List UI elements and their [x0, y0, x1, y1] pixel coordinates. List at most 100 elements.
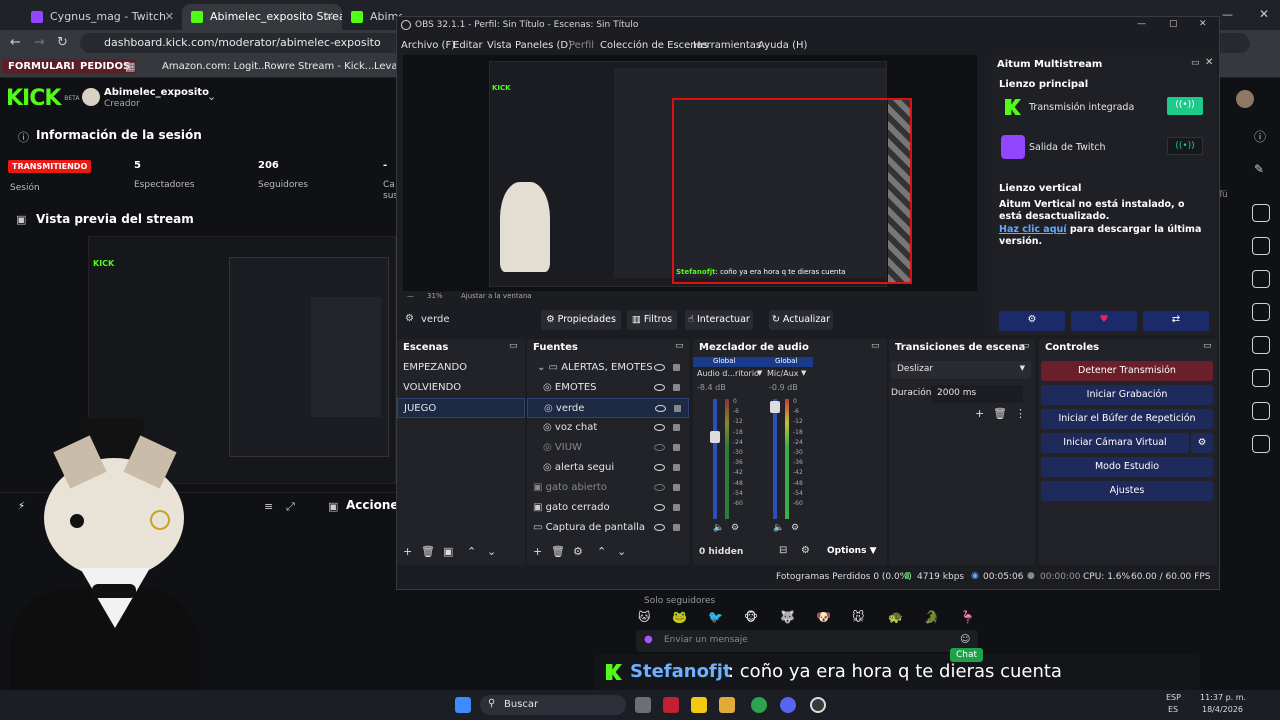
lock-icon[interactable]: [673, 424, 680, 431]
source-item[interactable]: ◎ EMOTES: [527, 378, 689, 398]
lang-code-1[interactable]: ESP: [1166, 693, 1181, 702]
menu-help[interactable]: Ayuda (H): [758, 40, 807, 51]
start-recording-button[interactable]: Iniciar Grabación: [1041, 385, 1213, 405]
lock-icon[interactable]: [673, 464, 680, 471]
aitum-heart-button[interactable]: ♥: [1071, 311, 1137, 331]
lock-icon[interactable]: [673, 364, 680, 371]
wrench-icon[interactable]: [1252, 402, 1270, 420]
tab-kick-stream-2[interactable]: Abimelec_exposito Stream - W: [342, 4, 402, 30]
source-item[interactable]: ▣ gato cerrado: [527, 498, 689, 518]
source-down-icon[interactable]: ⌄: [617, 545, 626, 558]
task-view-icon[interactable]: [635, 697, 651, 713]
channel-2-fader[interactable]: [773, 399, 777, 519]
eye-icon[interactable]: [654, 384, 665, 391]
replay-buffer-button[interactable]: Iniciar el Búfer de Repetición: [1041, 409, 1213, 429]
tab-close-icon[interactable]: ✕: [325, 10, 334, 23]
eye-icon[interactable]: [654, 524, 665, 531]
lock-icon[interactable]: [673, 484, 680, 491]
user-avatar[interactable]: [1236, 90, 1254, 108]
properties-button[interactable]: ⚙ Propiedades: [541, 310, 621, 330]
windows-start-icon[interactable]: [455, 697, 471, 713]
share-icon[interactable]: [1252, 435, 1270, 453]
reload-icon[interactable]: ↻: [57, 35, 68, 50]
stop-stream-button[interactable]: Detener Transmisión: [1041, 361, 1213, 381]
source-item[interactable]: ▭ Captura de pantalla: [527, 518, 689, 538]
menu-edit[interactable]: Editar: [453, 40, 483, 51]
remove-source-icon[interactable]: 🗑: [551, 545, 565, 558]
add-transition-icon[interactable]: +: [975, 407, 984, 420]
source-item[interactable]: ◎ VIUW: [527, 438, 689, 458]
add-scene-icon[interactable]: +: [403, 545, 412, 558]
virtual-camera-settings-icon[interactable]: ⚙: [1191, 433, 1213, 453]
tab-twitch[interactable]: Cygnus_mag - Twitch ✕: [22, 4, 182, 30]
app-icon-1[interactable]: [663, 697, 679, 713]
source-up-icon[interactable]: ⌃: [597, 545, 606, 558]
channel-1-fader[interactable]: [713, 399, 717, 519]
lock-icon[interactable]: [673, 384, 680, 391]
source-item[interactable]: ◎ alerta segui: [527, 458, 689, 478]
document-icon[interactable]: [1252, 270, 1270, 288]
sources-undock-icon[interactable]: ▭: [675, 341, 684, 351]
layout-icon[interactable]: [1252, 369, 1270, 387]
virtual-camera-button[interactable]: Iniciar Cámara Virtual: [1041, 433, 1189, 453]
clock-date[interactable]: 18/4/2026: [1202, 705, 1243, 714]
twitch-output-toggle[interactable]: ((•)): [1167, 137, 1203, 155]
file-explorer-icon[interactable]: [719, 697, 735, 713]
transition-more-icon[interactable]: ⋮: [1015, 407, 1026, 420]
pencil-icon[interactable]: ✎: [1254, 162, 1264, 176]
channel-1-mute-icon[interactable]: 🔈: [713, 523, 724, 533]
bookmark-amazon[interactable]: Amazon.com: Logit...: [156, 59, 274, 74]
scene-item[interactable]: VOLVIENDO: [397, 378, 525, 398]
channel-2-name[interactable]: Mic/Aux: [767, 369, 799, 378]
broadcast-icon[interactable]: [1252, 336, 1270, 354]
obs-preview-canvas[interactable]: KICK Stefanofjt: coño ya era hora q te d…: [403, 55, 977, 291]
eye-icon[interactable]: [654, 424, 665, 431]
eye-hidden-icon[interactable]: [654, 484, 665, 491]
studio-mode-button[interactable]: Modo Estudio: [1041, 457, 1213, 477]
scene-item[interactable]: EMPEZANDO: [397, 358, 525, 378]
emoji-icon[interactable]: ☺: [960, 634, 970, 645]
taskbar-search[interactable]: ⚲ Buscar: [480, 695, 626, 715]
filter-icon[interactable]: ≡: [264, 500, 273, 513]
menu-file[interactable]: Archivo (F): [401, 40, 455, 51]
chevron-down-icon[interactable]: ⌄: [207, 90, 216, 103]
menu-profile[interactable]: Perfil: [569, 40, 594, 51]
lock-icon[interactable]: [673, 444, 680, 451]
eye-icon[interactable]: [654, 464, 665, 471]
mixer-undock-icon[interactable]: ▭: [871, 341, 880, 351]
menu-docks[interactable]: Paneles (D): [515, 40, 572, 51]
mixer-options-button[interactable]: Options ▼: [827, 546, 877, 556]
obs-close-icon[interactable]: ✕: [1199, 19, 1207, 29]
scene-item-selected[interactable]: JUEGO: [397, 398, 525, 418]
menu-tools[interactable]: Herramientas: [693, 40, 761, 51]
discord-icon[interactable]: [780, 697, 796, 713]
lock-icon[interactable]: [673, 524, 680, 531]
refresh-button[interactable]: ↻ Actualizar: [769, 310, 833, 330]
back-arrow-icon[interactable]: ←: [10, 35, 21, 50]
aitum-close-icon[interactable]: ✕: [1205, 57, 1213, 68]
channel-2-menu-icon[interactable]: ▼: [801, 369, 806, 377]
lang-code-2[interactable]: ES: [1168, 705, 1178, 714]
channel-2-mute-icon[interactable]: 🔈: [773, 523, 784, 533]
remove-transition-icon[interactable]: 🗑: [993, 407, 1007, 420]
clock-time[interactable]: 11:37 p. m.: [1200, 693, 1246, 702]
controls-undock-icon[interactable]: ▭: [1203, 341, 1212, 351]
source-item[interactable]: ▣ gato abierto: [527, 478, 689, 498]
add-source-icon[interactable]: +: [533, 545, 542, 558]
selection-box[interactable]: [672, 98, 912, 284]
chrome-icon[interactable]: [751, 697, 767, 713]
scene-filters-icon[interactable]: ▣: [443, 545, 453, 558]
channel-2-fader-knob[interactable]: [770, 401, 780, 413]
zoom-level[interactable]: 31%: [427, 292, 443, 300]
eye-hidden-icon[interactable]: [654, 444, 665, 451]
menu-scene-collection[interactable]: Colección de Escenas: [600, 40, 708, 51]
bolt-tool-icon[interactable]: [1252, 237, 1270, 255]
channel-2-settings-icon[interactable]: ⚙: [791, 523, 799, 533]
source-item-selected[interactable]: ◎ verde: [527, 398, 689, 418]
channel-1-name[interactable]: Audio d...ritorio: [697, 369, 759, 378]
chat-bubble-icon[interactable]: [1252, 303, 1270, 321]
lock-icon[interactable]: [674, 405, 681, 412]
obs-minimize-icon[interactable]: —: [1137, 19, 1146, 29]
minimize-icon[interactable]: —: [1222, 8, 1233, 21]
scenes-undock-icon[interactable]: ▭: [509, 341, 518, 351]
